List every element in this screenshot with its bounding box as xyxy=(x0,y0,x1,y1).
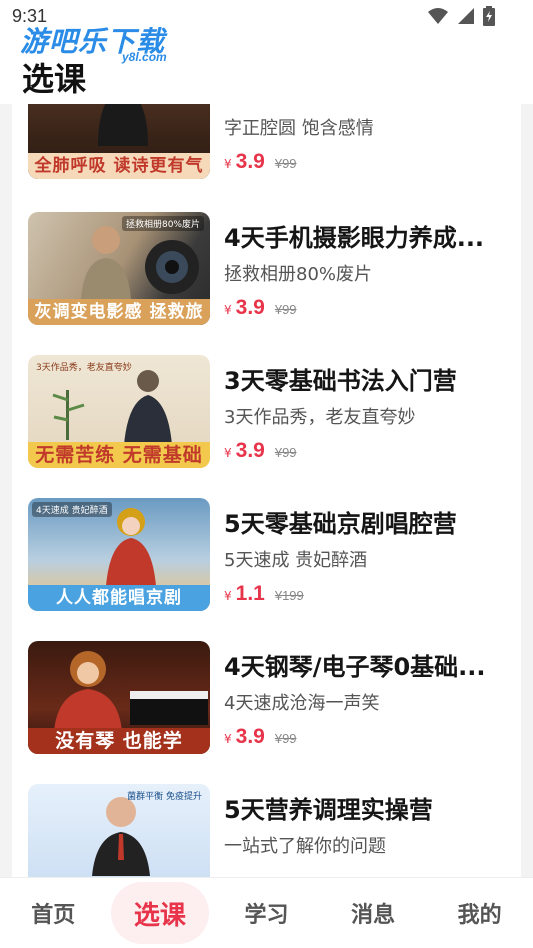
thumb-tag: 3天作品秀，老友直夸妙 xyxy=(36,363,132,373)
status-icons xyxy=(427,6,495,26)
price-value: 3.9 xyxy=(235,296,265,319)
camera-lens-icon xyxy=(145,240,199,294)
course-thumbnail: 4天速成 贵妃醉酒 人人都能唱京剧 xyxy=(28,498,210,611)
battery-icon xyxy=(483,6,495,26)
price-currency: ¥ xyxy=(224,732,232,746)
course-subtitle: 4天速成沧海一声笑 xyxy=(224,693,380,714)
tab-courses[interactable]: 选课 xyxy=(107,878,214,948)
watermark-sub: y8l.com xyxy=(122,50,167,64)
price-row: ¥ 3.9 ¥99 xyxy=(224,439,297,463)
course-item[interactable]: 3天作品秀，老友直夸妙 无需苦练 无需基础 3天零基础书法入门营 3天作品秀，老… xyxy=(12,355,521,471)
course-thumbnail: 3天作品秀，老友直夸妙 无需苦练 无需基础 xyxy=(28,355,210,468)
page-title: 选课 xyxy=(22,60,87,98)
course-title: 3天零基础书法入门营 xyxy=(224,367,457,395)
course-item[interactable]: 拯救相册80%废片 灰调变电影感 拯救旅行遗憾 4天手机摄影眼力养成... 拯救… xyxy=(12,212,521,328)
tab-messages[interactable]: 消息 xyxy=(320,878,427,948)
course-title: 4天钢琴/电子琴0基础... xyxy=(224,653,486,681)
price-currency: ¥ xyxy=(224,446,232,460)
course-thumbnail: 菌群平衡 免疫提升 xyxy=(28,784,210,877)
person-figure-icon xyxy=(124,370,172,445)
thumb-caption: 没有琴 也能学 xyxy=(28,728,210,754)
price-currency: ¥ xyxy=(224,157,232,171)
course-item[interactable]: 菌群平衡 免疫提升 5天营养调理实操营 一站式了解你的问题 xyxy=(12,784,521,877)
price-value: 3.9 xyxy=(235,150,265,173)
tab-label: 我的 xyxy=(457,903,502,928)
thumb-caption: 无需苦练 无需基础 xyxy=(28,442,210,468)
thumb-caption: 人人都能唱京剧 xyxy=(28,585,210,611)
course-subtitle: 一站式了解你的问题 xyxy=(224,836,386,857)
price-original: ¥99 xyxy=(274,156,297,171)
tab-label: 学习 xyxy=(244,903,289,928)
bamboo-plant-icon xyxy=(52,390,85,440)
course-thumbnail: 全肺呼吸 读诗更有气势 xyxy=(28,104,210,179)
thumb-caption: 灰调变电影感 拯救旅行遗憾 xyxy=(28,299,210,325)
thumb-caption: 全肺呼吸 读诗更有气势 xyxy=(28,153,210,179)
course-title: 5天零基础京剧唱腔营 xyxy=(224,510,457,538)
course-subtitle: 3天作品秀，老友直夸妙 xyxy=(224,407,416,428)
thumb-tag: 4天速成 贵妃醉酒 xyxy=(32,502,112,517)
person-figure-icon xyxy=(54,651,122,731)
price-value: 1.1 xyxy=(235,582,265,605)
tab-label: 首页 xyxy=(31,903,76,928)
course-list: 全肺呼吸 读诗更有气势 字正腔圆 饱含感情 ¥ 3.9 ¥99 拯救相册80%废… xyxy=(12,104,521,877)
price-row: ¥ 3.9 ¥99 xyxy=(224,725,297,749)
tab-label: 消息 xyxy=(351,903,396,928)
wifi-icon xyxy=(428,8,448,24)
tab-profile[interactable]: 我的 xyxy=(426,878,533,948)
price-row: ¥ 1.1 ¥199 xyxy=(224,582,304,606)
price-currency: ¥ xyxy=(224,589,232,603)
bottom-tab-bar: 首页 选课 学习 消息 我的 xyxy=(0,877,533,948)
piano-icon xyxy=(130,691,208,725)
person-figure-icon xyxy=(81,226,131,300)
course-subtitle: 5天速成 贵妃醉酒 xyxy=(224,550,368,571)
price-value: 3.9 xyxy=(235,725,265,748)
course-thumbnail: 没有琴 也能学 xyxy=(28,641,210,754)
signal-icon xyxy=(458,8,474,24)
price-row: ¥ 3.9 ¥99 xyxy=(224,150,297,174)
price-row: ¥ 3.9 ¥99 xyxy=(224,296,297,320)
course-subtitle: 字正腔圆 饱含感情 xyxy=(224,118,374,139)
person-figure-icon xyxy=(98,104,148,146)
course-item[interactable]: 全肺呼吸 读诗更有气势 字正腔圆 饱含感情 ¥ 3.9 ¥99 xyxy=(12,104,521,182)
thumb-tag: 拯救相册80%废片 xyxy=(121,216,204,231)
course-thumbnail: 拯救相册80%废片 灰调变电影感 拯救旅行遗憾 xyxy=(28,212,210,325)
tab-study[interactable]: 学习 xyxy=(213,878,320,948)
course-title: 4天手机摄影眼力养成... xyxy=(224,224,485,252)
course-subtitle: 拯救相册80%废片 xyxy=(224,264,373,285)
thumb-tag: 菌群平衡 免疫提升 xyxy=(127,792,202,802)
tab-home[interactable]: 首页 xyxy=(0,878,107,948)
price-value: 3.9 xyxy=(235,439,265,462)
course-item[interactable]: 4天速成 贵妃醉酒 人人都能唱京剧 5天零基础京剧唱腔营 5天速成 贵妃醉酒 ¥… xyxy=(12,498,521,614)
course-item[interactable]: 没有琴 也能学 4天钢琴/电子琴0基础... 4天速成沧海一声笑 ¥ 3.9 ¥… xyxy=(12,641,521,757)
price-original: ¥99 xyxy=(274,731,297,746)
price-original: ¥99 xyxy=(274,445,297,460)
price-original: ¥199 xyxy=(274,588,304,603)
price-currency: ¥ xyxy=(224,303,232,317)
tab-label: 选课 xyxy=(133,900,186,931)
price-original: ¥99 xyxy=(274,302,297,317)
course-title: 5天营养调理实操营 xyxy=(224,796,433,824)
